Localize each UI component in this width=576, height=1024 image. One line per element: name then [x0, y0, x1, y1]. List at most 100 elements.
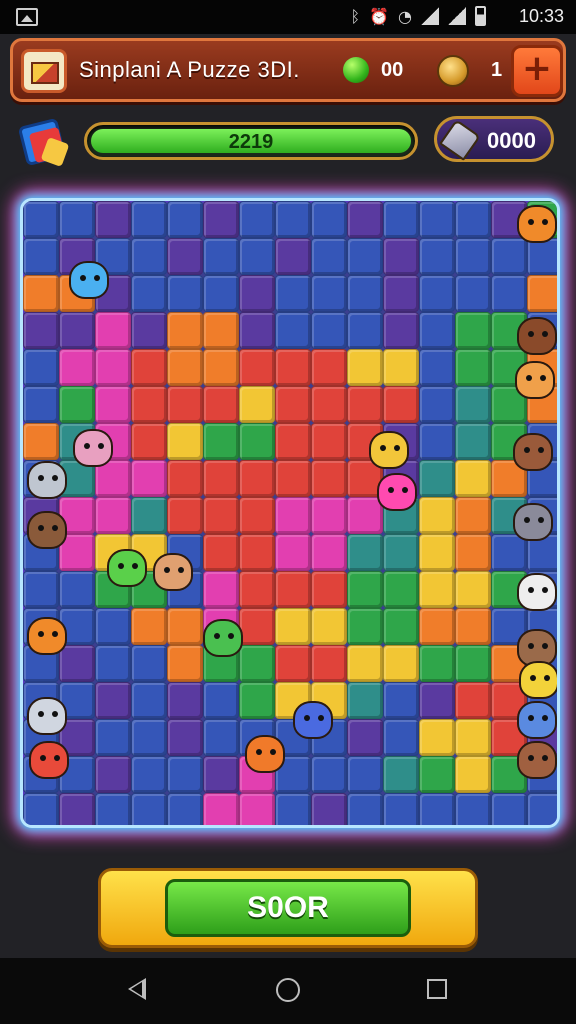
puzzle-piece[interactable] [203, 460, 239, 497]
puzzle-piece[interactable] [131, 608, 167, 645]
puzzle-piece[interactable] [95, 201, 131, 238]
puzzle-piece[interactable] [383, 719, 419, 756]
puzzle-board[interactable] [20, 198, 560, 828]
brown-wolf-creature[interactable] [513, 433, 553, 471]
puzzle-piece[interactable] [167, 497, 203, 534]
puzzle-piece[interactable] [383, 571, 419, 608]
puzzle-piece[interactable] [167, 793, 203, 825]
puzzle-piece[interactable] [419, 682, 455, 719]
puzzle-piece[interactable] [203, 312, 239, 349]
puzzle-piece[interactable] [95, 349, 131, 386]
puzzle-piece[interactable] [95, 645, 131, 682]
puzzle-piece[interactable] [419, 793, 455, 825]
puzzle-piece[interactable] [527, 238, 557, 275]
puzzle-piece[interactable] [131, 349, 167, 386]
puzzle-piece[interactable] [455, 608, 491, 645]
puzzle-piece[interactable] [95, 793, 131, 825]
puzzle-piece[interactable] [311, 534, 347, 571]
puzzle-piece[interactable] [23, 571, 59, 608]
puzzle-piece[interactable] [239, 349, 275, 386]
puzzle-piece[interactable] [167, 756, 203, 793]
puzzle-piece[interactable] [275, 386, 311, 423]
puzzle-piece[interactable] [131, 423, 167, 460]
puzzle-piece[interactable] [239, 571, 275, 608]
puzzle-piece[interactable] [455, 793, 491, 825]
puzzle-piece[interactable] [23, 386, 59, 423]
puzzle-piece[interactable] [131, 497, 167, 534]
back-icon[interactable] [128, 978, 146, 1000]
puzzle-piece[interactable] [167, 238, 203, 275]
puzzle-piece[interactable] [347, 608, 383, 645]
yellow-bird-creature[interactable] [519, 661, 557, 699]
puzzle-piece[interactable] [167, 201, 203, 238]
puzzle-piece[interactable] [131, 238, 167, 275]
puzzle-piece[interactable] [23, 793, 59, 825]
puzzle-piece[interactable] [455, 497, 491, 534]
puzzle-piece[interactable] [383, 275, 419, 312]
puzzle-piece[interactable] [167, 349, 203, 386]
puzzle-piece[interactable] [347, 719, 383, 756]
puzzle-piece[interactable] [167, 312, 203, 349]
puzzle-piece[interactable] [311, 201, 347, 238]
puzzle-piece[interactable] [95, 386, 131, 423]
hint-counter[interactable]: 0000 [434, 116, 554, 162]
puzzle-piece[interactable] [131, 460, 167, 497]
puzzle-piece[interactable] [95, 682, 131, 719]
puzzle-piece[interactable] [491, 793, 527, 825]
puzzle-piece[interactable] [311, 238, 347, 275]
puzzle-piece[interactable] [203, 275, 239, 312]
puzzle-piece[interactable] [275, 608, 311, 645]
puzzle-piece[interactable] [23, 423, 59, 460]
puzzle-piece[interactable] [59, 201, 95, 238]
puzzle-pieces-icon[interactable] [17, 116, 74, 172]
puzzle-piece[interactable] [203, 349, 239, 386]
puzzle-piece[interactable] [347, 349, 383, 386]
puzzle-piece[interactable] [419, 497, 455, 534]
puzzle-piece[interactable] [203, 756, 239, 793]
puzzle-piece[interactable] [239, 460, 275, 497]
puzzle-piece[interactable] [59, 386, 95, 423]
puzzle-piece[interactable] [239, 423, 275, 460]
puzzle-piece[interactable] [239, 201, 275, 238]
puzzle-piece[interactable] [167, 460, 203, 497]
puzzle-piece[interactable] [167, 682, 203, 719]
puzzle-piece[interactable] [311, 793, 347, 825]
puzzle-piece[interactable] [491, 238, 527, 275]
puzzle-piece[interactable] [383, 312, 419, 349]
puzzle-piece[interactable] [203, 682, 239, 719]
puzzle-piece[interactable] [383, 793, 419, 825]
puzzle-piece[interactable] [203, 386, 239, 423]
puzzle-box-icon[interactable] [21, 49, 67, 93]
puzzle-piece[interactable] [275, 275, 311, 312]
puzzle-piece[interactable] [203, 201, 239, 238]
recents-icon[interactable] [427, 979, 447, 999]
add-currency-button[interactable]: + [511, 45, 563, 97]
puzzle-piece[interactable] [455, 201, 491, 238]
puzzle-piece[interactable] [203, 238, 239, 275]
puzzle-piece[interactable] [239, 682, 275, 719]
puzzle-piece[interactable] [347, 201, 383, 238]
puzzle-piece[interactable] [455, 571, 491, 608]
puzzle-piece[interactable] [59, 793, 95, 825]
puzzle-piece[interactable] [95, 608, 131, 645]
gray-wolf-creature[interactable] [513, 503, 553, 541]
puzzle-piece[interactable] [455, 238, 491, 275]
puzzle-piece[interactable] [131, 386, 167, 423]
brown-bear-creature[interactable] [517, 317, 557, 355]
puzzle-piece[interactable] [311, 349, 347, 386]
puzzle-piece[interactable] [383, 349, 419, 386]
puzzle-piece[interactable] [383, 534, 419, 571]
orange-fox-creature[interactable] [27, 617, 67, 655]
puzzle-piece[interactable] [59, 312, 95, 349]
puzzle-piece[interactable] [239, 645, 275, 682]
puzzle-piece[interactable] [275, 312, 311, 349]
puzzle-piece[interactable] [167, 608, 203, 645]
puzzle-piece[interactable] [419, 608, 455, 645]
score-button[interactable]: S0OR [165, 879, 411, 937]
puzzle-piece[interactable] [167, 275, 203, 312]
puzzle-piece[interactable] [455, 534, 491, 571]
puzzle-piece[interactable] [239, 608, 275, 645]
puzzle-piece[interactable] [203, 497, 239, 534]
puzzle-piece[interactable] [95, 497, 131, 534]
blue-tower-building[interactable] [69, 261, 109, 299]
